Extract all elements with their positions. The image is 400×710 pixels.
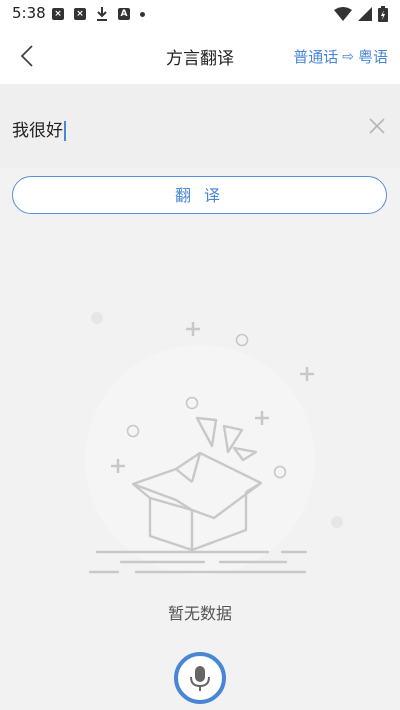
microphone-icon: [190, 666, 210, 691]
notification-x-icon: ×: [52, 8, 64, 20]
language-switch[interactable]: 普通话 ⇨ 粤语: [293, 46, 388, 67]
wifi-icon: [334, 7, 352, 21]
app-a-icon: A: [118, 8, 130, 20]
target-language[interactable]: 粤语: [358, 46, 388, 67]
close-icon[interactable]: [368, 117, 386, 135]
text-input-area[interactable]: 我很好: [0, 84, 400, 168]
battery-icon: [378, 6, 388, 22]
translate-button[interactable]: 翻 译: [12, 176, 387, 214]
text-caret: [64, 121, 66, 141]
arrow-right-icon: ⇨: [342, 48, 354, 65]
system-icons: [334, 6, 388, 22]
input-value: 我很好: [12, 121, 63, 141]
notification-icons: × × A: [52, 7, 145, 21]
input-field[interactable]: 我很好: [12, 116, 66, 141]
app-header: 方言翻译 普通话 ⇨ 粤语: [0, 28, 400, 84]
empty-state-text: 暂无数据: [167, 604, 232, 623]
open-box-icon: [85, 312, 343, 575]
status-bar: 5:38 × × A: [0, 0, 400, 28]
voice-input-button[interactable]: [174, 652, 226, 704]
status-time: 5:38: [12, 4, 46, 22]
download-icon: [97, 7, 107, 21]
notification-x2-icon: ×: [74, 8, 86, 20]
more-dot-icon: [140, 11, 145, 17]
source-language[interactable]: 普通话: [293, 46, 338, 67]
signal-icon: [358, 7, 372, 21]
